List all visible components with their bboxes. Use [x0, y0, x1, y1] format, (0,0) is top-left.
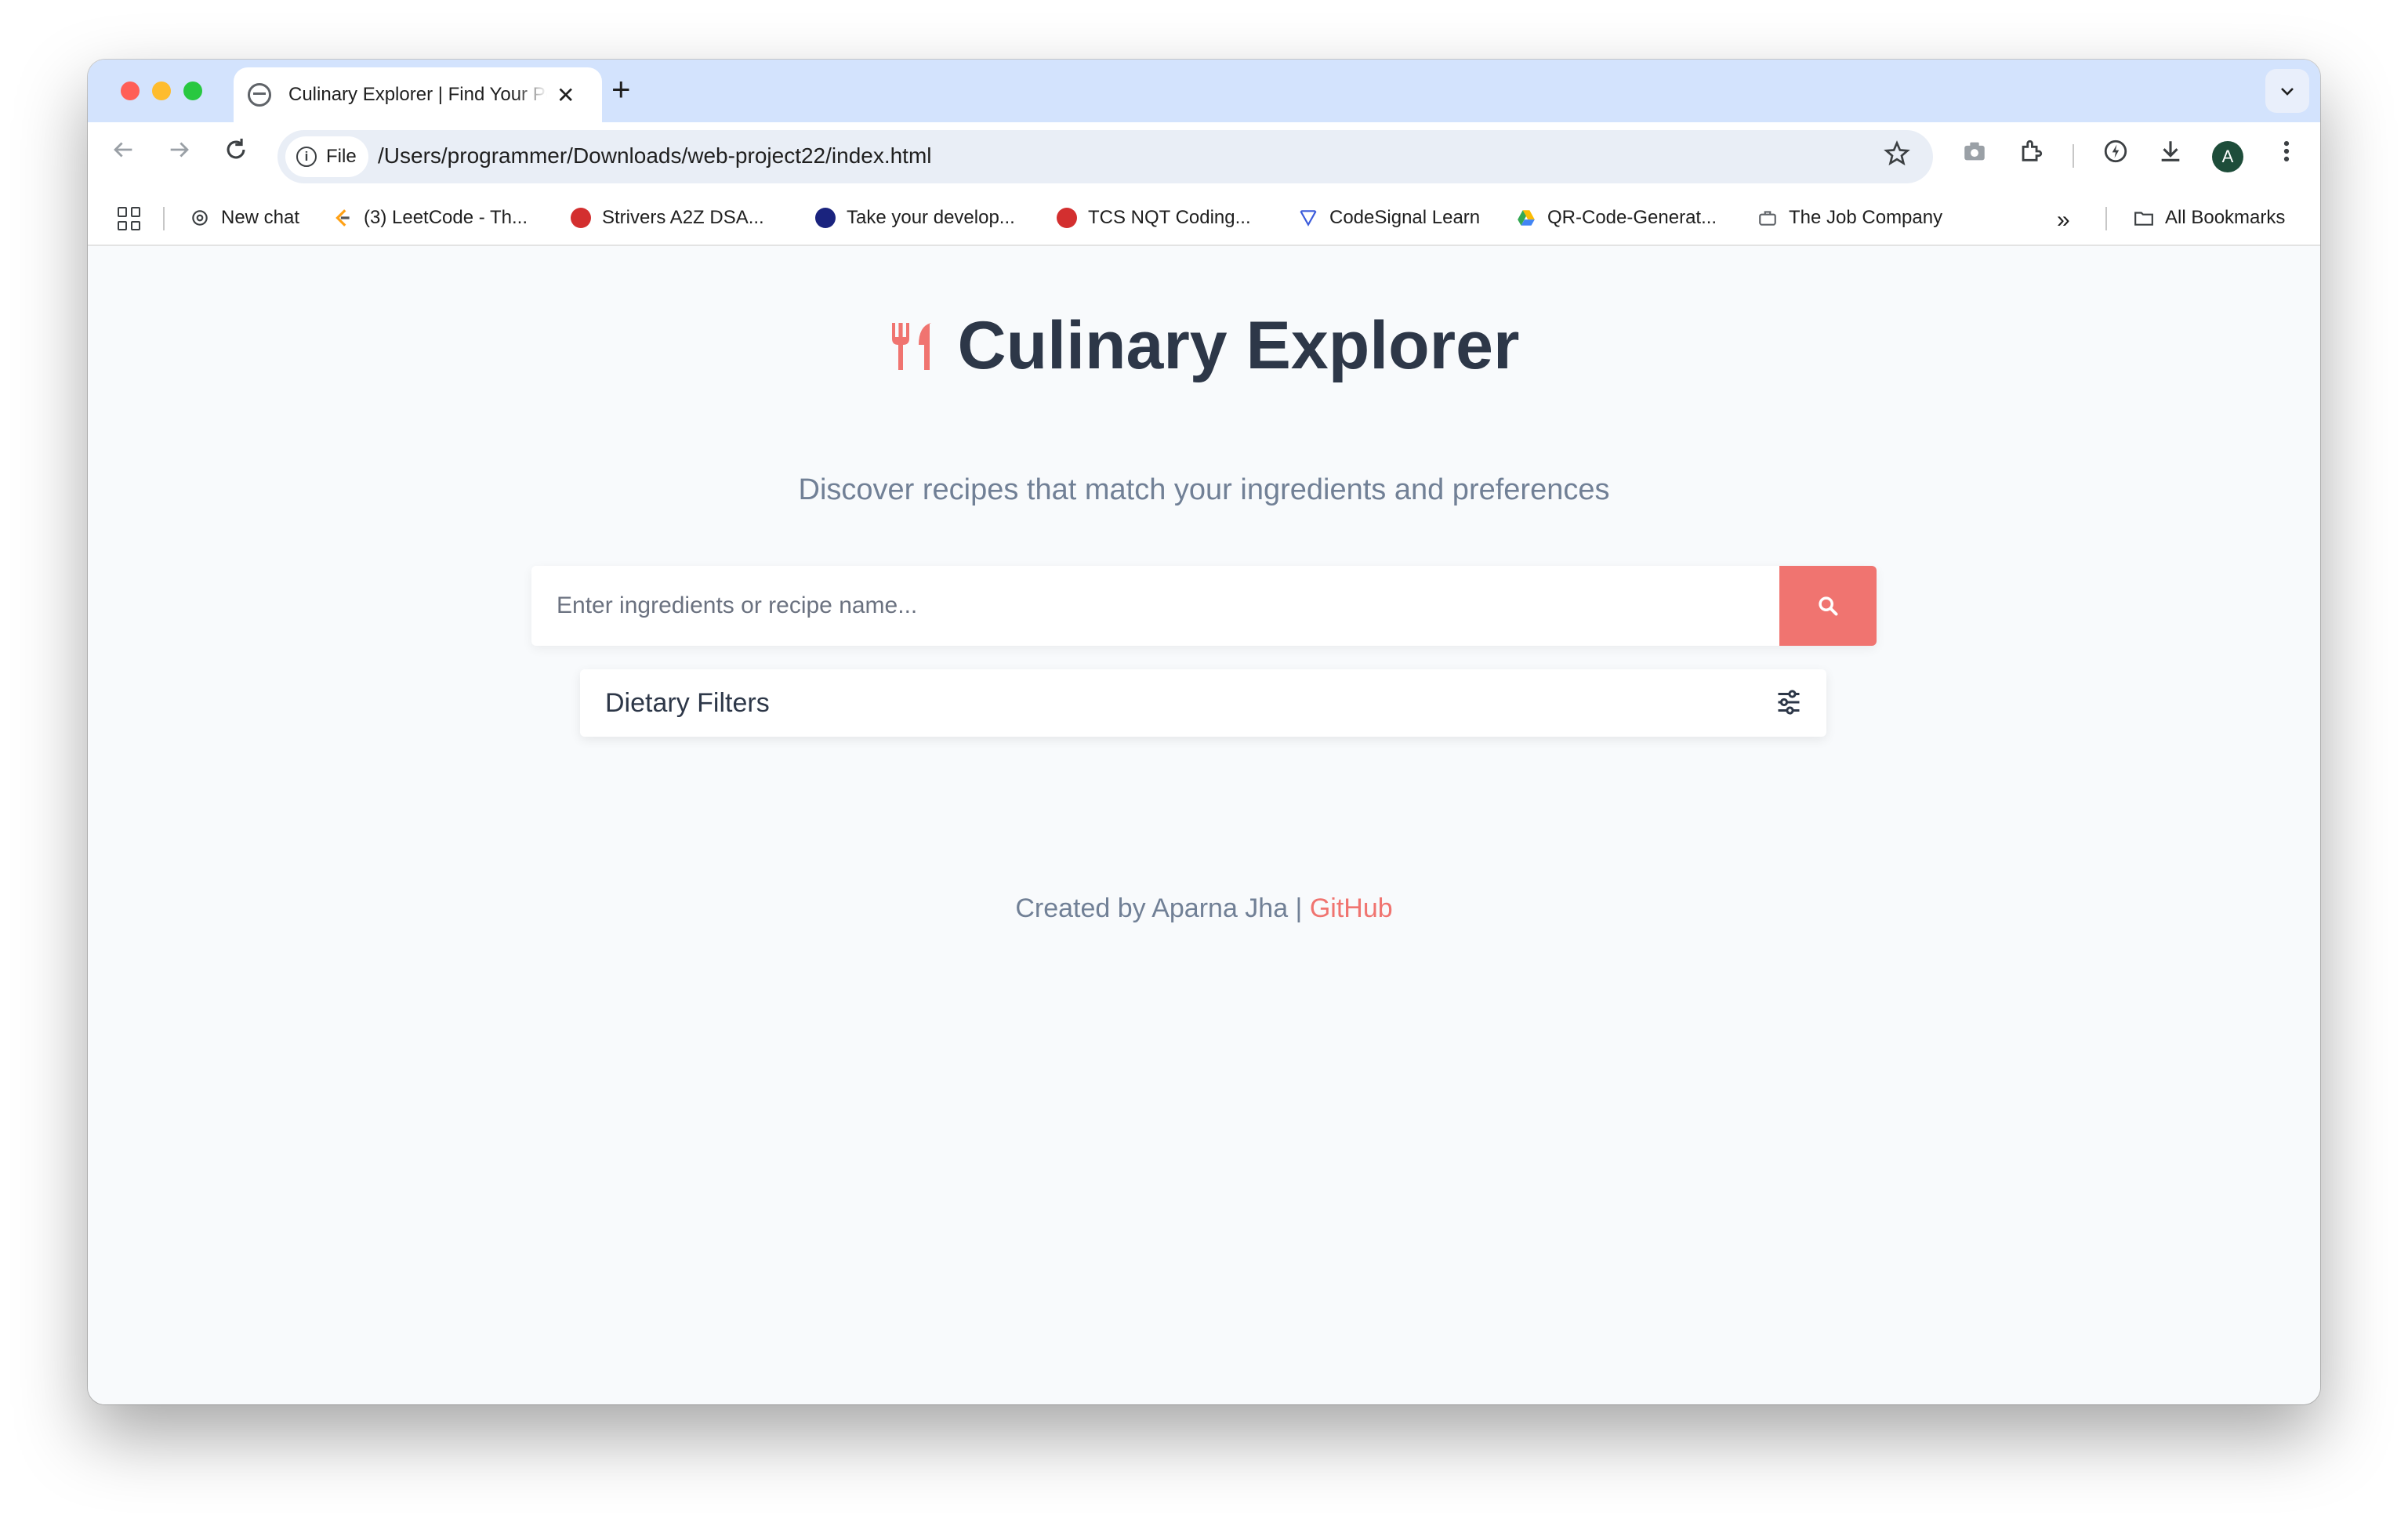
search-button[interactable] — [1779, 566, 1877, 646]
sliders-icon — [1778, 690, 1800, 715]
bookmarks-divider — [163, 207, 165, 230]
tuf-icon — [571, 208, 591, 228]
leetcode-icon — [335, 209, 350, 226]
openai-icon — [192, 210, 208, 226]
search-bar — [531, 566, 1877, 646]
github-link[interactable]: GitHub — [1310, 893, 1393, 923]
folder-icon — [2134, 212, 2153, 226]
bookmark-star-icon[interactable] — [1883, 140, 1911, 168]
search-input[interactable] — [531, 566, 1779, 646]
chevron-down-icon — [2281, 88, 2294, 96]
site-info-label: File — [326, 146, 357, 167]
reload-icon[interactable] — [223, 136, 249, 163]
page-subtitle: Discover recipes that match your ingredi… — [798, 473, 1610, 506]
camera-icon[interactable] — [1961, 138, 1988, 165]
more-menu-icon[interactable] — [2281, 138, 2292, 165]
page-content: Culinary Explorer Discover recipes that … — [88, 248, 2320, 1404]
tab-active[interactable]: Culinary Explorer | Find Your Perfect Re… — [234, 67, 602, 122]
tuf-icon — [1057, 208, 1077, 228]
all-bookmarks-button[interactable]: All Bookmarks — [2134, 207, 2285, 229]
bookmark-item[interactable]: New chat — [190, 207, 299, 229]
bookmark-item[interactable]: QR-Code-Generat... — [1516, 207, 1717, 229]
back-arrow-icon[interactable] — [110, 136, 136, 163]
page-title: Culinary Explorer — [957, 308, 1520, 383]
toolbar-divider — [2073, 144, 2074, 168]
chevron-double-right-icon[interactable]: » — [2057, 207, 2070, 234]
tab-strip: Culinary Explorer | Find Your Perfect Re… — [88, 60, 2320, 122]
footer: Created by Aparna Jha | GitHub — [88, 893, 2320, 924]
forward-arrow-icon[interactable] — [166, 136, 193, 163]
close-window-button[interactable] — [121, 82, 140, 100]
hero-header: Culinary Explorer — [88, 307, 2320, 385]
bookmark-item[interactable]: Strivers A2Z DSA... — [571, 207, 764, 229]
toolbar: i File /Users/programmer/Downloads/web-p… — [88, 122, 2320, 191]
bookmark-item[interactable]: Take your develop... — [815, 207, 1015, 229]
new-tab-button[interactable]: + — [611, 71, 631, 108]
bookmark-item[interactable]: CodeSignal Learn — [1298, 207, 1480, 229]
apps-grid-icon[interactable] — [118, 207, 141, 230]
bookmark-item[interactable]: The Job Company — [1757, 207, 1942, 229]
maximize-window-button[interactable] — [183, 82, 202, 100]
performance-icon[interactable] — [2102, 138, 2129, 165]
tab-search-button[interactable] — [2265, 69, 2309, 113]
bookmark-item[interactable]: (3) LeetCode - Th... — [332, 207, 528, 229]
profile-icon — [815, 208, 836, 228]
dietary-filters-label: Dietary Filters — [605, 688, 770, 718]
dietary-filters-toggle[interactable]: Dietary Filters — [580, 669, 1826, 737]
bookmark-item[interactable]: TCS NQT Coding... — [1057, 207, 1251, 229]
tab-close-icon[interactable]: ✕ — [557, 82, 575, 108]
globe-icon — [248, 83, 271, 107]
utensils-icon — [891, 322, 931, 370]
bookmarks-bar: New chat (3) LeetCode - Th... Strivers A… — [88, 191, 2320, 246]
download-icon[interactable] — [2157, 138, 2184, 165]
briefcase-icon — [1759, 211, 1776, 226]
address-bar[interactable]: i File /Users/programmer/Downloads/web-p… — [277, 130, 1933, 183]
extensions-puzzle-icon[interactable] — [2018, 138, 2044, 165]
url-text[interactable]: /Users/programmer/Downloads/web-project2… — [378, 143, 932, 169]
profile-avatar[interactable]: A — [2212, 141, 2243, 172]
browser-window: Culinary Explorer | Find Your Perfect Re… — [88, 60, 2320, 1404]
site-info-chip[interactable]: i File — [285, 136, 368, 177]
info-icon: i — [296, 147, 317, 167]
minimize-window-button[interactable] — [152, 82, 171, 100]
codesignal-icon — [1299, 210, 1318, 226]
footer-credit: Created by Aparna Jha | — [1015, 893, 1310, 923]
search-icon — [1819, 596, 1838, 616]
tab-title: Culinary Explorer | Find Your Perfect Re… — [288, 84, 547, 105]
google-drive-icon — [1518, 210, 1535, 226]
bookmarks-divider — [2105, 207, 2107, 230]
